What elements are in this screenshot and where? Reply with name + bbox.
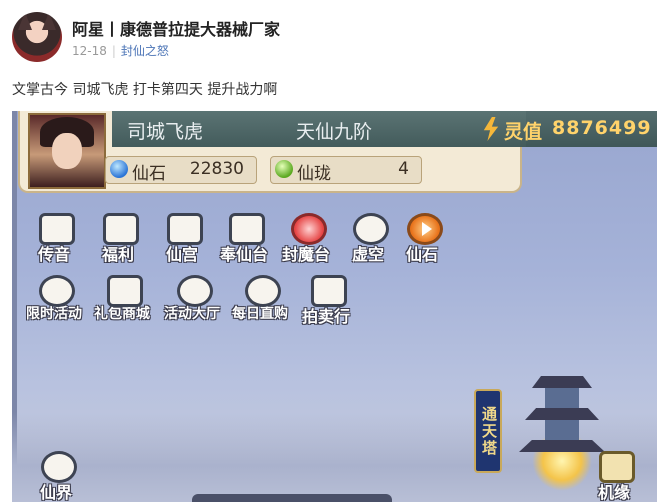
func-xianshihuodong[interactable]: 限时活动 xyxy=(24,271,84,323)
game-screenshot: 司城飞虎 天仙九阶 灵值 8876499 仙石 22830 仙珑 4 传音 福利… xyxy=(12,111,657,502)
func-fengmotai[interactable]: 封魔台 xyxy=(276,209,336,265)
post-date: 12-18 xyxy=(72,44,107,58)
clock-icon xyxy=(33,271,75,307)
func-jiyuan[interactable]: 机缘 xyxy=(584,447,644,502)
palace-icon xyxy=(161,209,203,245)
username[interactable]: 阿星丨康德普拉提大器械厂家 xyxy=(72,16,280,40)
world-icon xyxy=(35,447,77,483)
func-xianshi[interactable]: 仙石 xyxy=(392,209,452,265)
resource-value: 4 xyxy=(398,159,409,179)
func-xukong[interactable]: 虚空 xyxy=(338,209,398,265)
jade-ring-icon xyxy=(275,160,293,178)
shop-icon xyxy=(101,271,143,307)
roof-silhouette xyxy=(192,494,392,502)
coin-icon xyxy=(239,271,281,307)
func-huodongdating[interactable]: 活动大厅 xyxy=(162,271,222,323)
resource-label: 仙珑 xyxy=(297,164,331,184)
gavel-icon xyxy=(305,271,347,307)
resource-xianlong[interactable]: 仙珑 4 xyxy=(270,156,422,184)
post-header: 阿星丨康德普拉提大器械厂家 12-18 | 封仙之怒 xyxy=(12,12,642,64)
player-rank: 天仙九阶 xyxy=(296,121,373,143)
altar-icon xyxy=(223,209,265,245)
tower-sign[interactable]: 通天塔 xyxy=(474,389,502,473)
atom-icon xyxy=(347,209,389,245)
resource-xianshi[interactable]: 仙石 22830 xyxy=(105,156,257,184)
avatar[interactable] xyxy=(12,12,62,62)
func-meirizhigou[interactable]: 每日直购 xyxy=(230,271,290,323)
meta-separator: | xyxy=(111,44,116,58)
demon-seal-icon xyxy=(285,209,327,245)
topic-link[interactable]: 封仙之怒 xyxy=(121,44,169,58)
func-chuanyin[interactable]: 传音 xyxy=(24,209,84,265)
func-fengxiantai[interactable]: 奉仙台 xyxy=(214,209,274,265)
gem-icon xyxy=(110,160,128,178)
play-icon xyxy=(401,209,443,245)
lantern-icon xyxy=(171,271,213,307)
resource-label: 仙石 xyxy=(132,164,166,184)
player-name: 司城飞虎 xyxy=(127,121,204,143)
post-meta: 12-18 | 封仙之怒 xyxy=(72,42,169,59)
player-portrait[interactable] xyxy=(28,113,106,189)
func-fuli[interactable]: 福利 xyxy=(88,209,148,265)
func-libaoshangcheng[interactable]: 礼包商城 xyxy=(92,271,152,323)
lingzhi-label: 灵值 xyxy=(504,121,543,143)
fortune-icon xyxy=(593,447,635,483)
lingzhi-value: 8876499 xyxy=(552,117,652,139)
gift-box-icon xyxy=(97,209,139,245)
envelope-icon xyxy=(33,209,75,245)
resource-value: 22830 xyxy=(189,159,244,179)
func-xianjie[interactable]: 仙界 xyxy=(26,447,86,502)
func-xiangong[interactable]: 仙宫 xyxy=(152,209,212,265)
post-text: 文掌古今 司城飞虎 打卡第四天 提升战力啊 xyxy=(12,82,278,98)
func-paimaihang[interactable]: 拍卖行 xyxy=(296,271,356,327)
